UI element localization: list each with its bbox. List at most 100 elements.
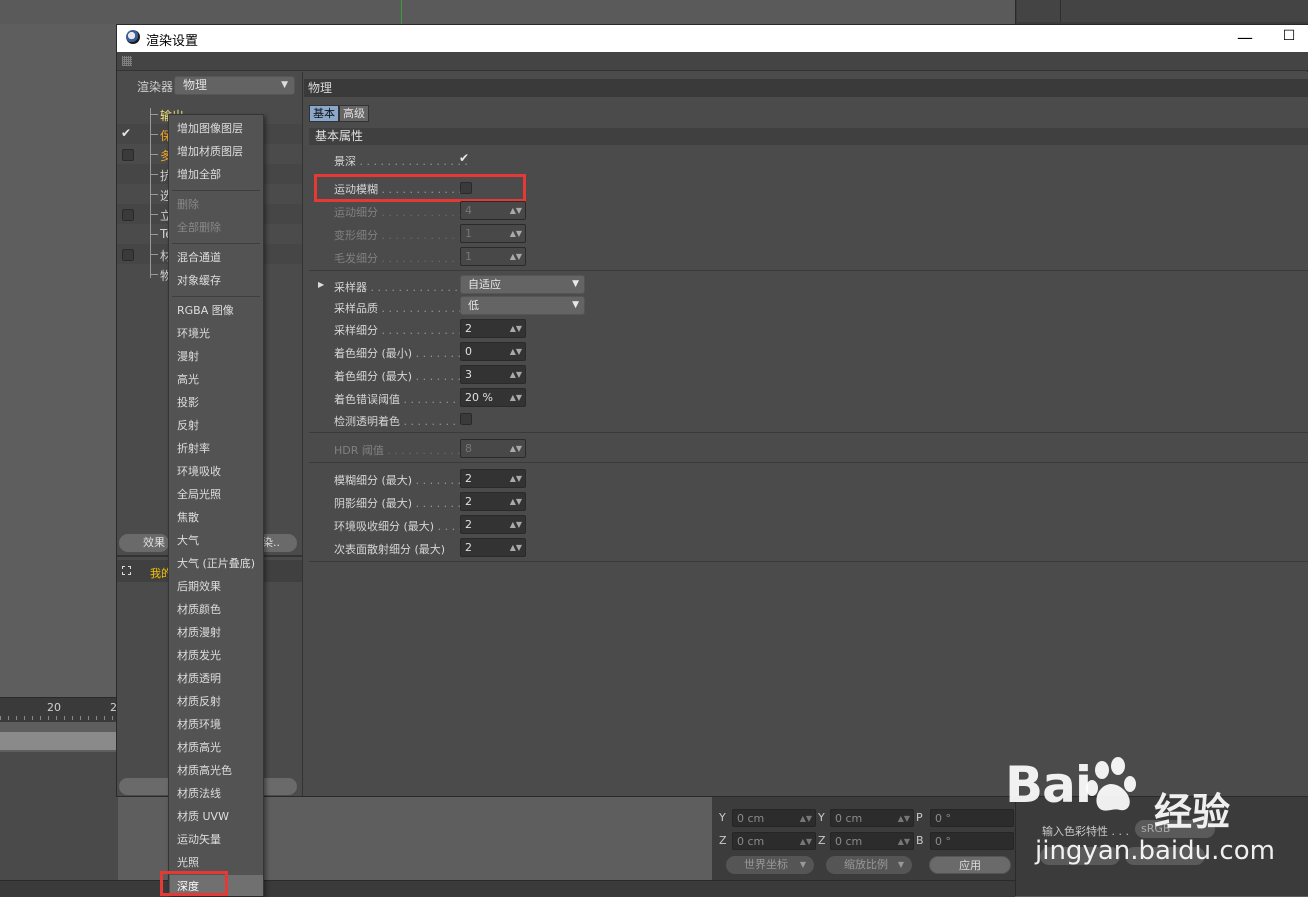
menu-item: 删除 bbox=[177, 198, 199, 211]
menu-item[interactable]: 材质颜色 bbox=[177, 599, 221, 621]
menu-item[interactable]: 材质发光 bbox=[177, 645, 221, 667]
menu-item[interactable]: 材质透明 bbox=[177, 668, 221, 690]
menu-item[interactable]: 材质漫射 bbox=[177, 622, 221, 644]
menu-item[interactable]: 材质环境 bbox=[177, 714, 221, 736]
expand-icon[interactable] bbox=[122, 566, 131, 575]
divider bbox=[309, 432, 1308, 433]
menu-item[interactable]: 增加全部 bbox=[177, 164, 221, 186]
menu-item[interactable]: 材质 UVW bbox=[177, 806, 229, 828]
hair-subdiv-field[interactable]: 1 ▲▼ bbox=[460, 247, 526, 266]
apply-button[interactable]: 应用 bbox=[929, 856, 1011, 874]
blur-subdiv-field[interactable]: 2 ▲▼ bbox=[460, 469, 526, 488]
chevron-down-icon: ▼ bbox=[572, 279, 579, 289]
sample-subdiv-label: 采样细分 . . . . . . . . . . . . . . bbox=[334, 324, 476, 337]
coord-b-label: B bbox=[916, 834, 924, 847]
menu-item[interactable]: 材质反射 bbox=[177, 691, 221, 713]
divider bbox=[309, 561, 1308, 562]
cinema4d-logo-icon bbox=[126, 30, 140, 44]
tree-connector bbox=[150, 174, 158, 175]
dialog-titlebar[interactable] bbox=[117, 25, 1308, 52]
dof-checkbox[interactable]: ✔ bbox=[459, 151, 469, 165]
coord-y2-label: Y bbox=[818, 811, 825, 824]
sss-subdiv-label: 次表面散射细分 (最大) bbox=[334, 543, 446, 556]
tree-connector bbox=[150, 194, 158, 195]
minimize-icon[interactable]: — bbox=[1237, 28, 1253, 47]
menu-item[interactable]: RGBA 图像 bbox=[177, 300, 234, 322]
menu-item[interactable]: 环境光 bbox=[177, 323, 210, 345]
ao-subdiv-field[interactable]: 2 ▲▼ bbox=[460, 515, 526, 534]
detect-transparency-checkbox[interactable] bbox=[460, 413, 472, 425]
coord-y-field[interactable]: 0 cm ▲▼ bbox=[732, 809, 816, 827]
tree-checkbox[interactable] bbox=[122, 209, 134, 221]
menu-item[interactable]: 高光 bbox=[177, 369, 199, 391]
menu-item[interactable]: 全局光照 bbox=[177, 484, 221, 506]
sample-subdiv-field[interactable]: 2 ▲▼ bbox=[460, 319, 526, 338]
menu-item[interactable]: 后期效果 bbox=[177, 576, 221, 598]
menu-item[interactable]: 增加材质图层 bbox=[177, 141, 243, 163]
dialog-toolbar bbox=[117, 52, 1308, 71]
maximize-icon[interactable]: ☐ bbox=[1281, 28, 1297, 46]
sampler-label: 采样器 . . . . . . . . . . . . . . . . bbox=[334, 281, 479, 294]
menu-item[interactable]: 材质高光色 bbox=[177, 760, 232, 782]
divider bbox=[309, 270, 1308, 271]
coord-z-field[interactable]: 0 cm ▲▼ bbox=[732, 832, 816, 850]
menu-item[interactable]: 材质高光 bbox=[177, 737, 221, 759]
detect-transparency-label: 检测透明着色 . . . . . . . . . bbox=[334, 415, 463, 428]
sampler-dropdown[interactable]: 自适应 ▼ bbox=[460, 275, 585, 294]
viewport-background bbox=[0, 0, 1015, 24]
sample-quality-dropdown[interactable]: 低 ▼ bbox=[460, 296, 585, 315]
baidu-paw-icon bbox=[1086, 757, 1136, 811]
tab-advanced[interactable]: 高级 bbox=[339, 105, 369, 122]
menu-item[interactable]: 折射率 bbox=[177, 438, 210, 460]
coord-p-field[interactable]: 0 ° bbox=[930, 809, 1014, 827]
shading-min-field[interactable]: 0 ▲▼ bbox=[460, 342, 526, 361]
shading-error-field[interactable]: 20 % ▲▼ bbox=[460, 388, 526, 407]
menu-item[interactable]: 投影 bbox=[177, 392, 199, 414]
divider bbox=[309, 462, 1308, 463]
tree-checkbox[interactable] bbox=[122, 149, 134, 161]
menu-item[interactable]: 焦散 bbox=[177, 507, 199, 529]
coord-z2-field[interactable]: 0 cm ▲▼ bbox=[830, 832, 914, 850]
sss-subdiv-field[interactable]: 2 ▲▼ bbox=[460, 538, 526, 557]
menu-item[interactable]: 大气 bbox=[177, 530, 199, 552]
menu-item[interactable]: 材质法线 bbox=[177, 783, 221, 805]
hdr-threshold-field[interactable]: 8 ▲▼ bbox=[460, 439, 526, 458]
deform-subdiv-field[interactable]: 1 ▲▼ bbox=[460, 224, 526, 243]
section-title: 基本属性 bbox=[309, 128, 1308, 145]
menu-item[interactable]: 环境吸收 bbox=[177, 461, 221, 483]
dialog-title: 渲染设置 bbox=[146, 34, 199, 49]
watermark-url: jingyan.baidu.com bbox=[1035, 836, 1275, 866]
coord-b-field[interactable]: 0 ° bbox=[930, 832, 1014, 850]
menu-item[interactable]: 增加图像图层 bbox=[177, 118, 243, 140]
timeline-ticks bbox=[0, 716, 118, 720]
multi-pass-render-button[interactable]: 染.. bbox=[262, 534, 297, 552]
tree-checkbox[interactable] bbox=[122, 249, 134, 261]
shading-min-label: 着色细分 (最小) . . . . . . . bbox=[334, 347, 462, 360]
timeline-scrollbar[interactable] bbox=[0, 732, 118, 750]
highlight-box bbox=[160, 871, 228, 896]
shading-max-field[interactable]: 3 ▲▼ bbox=[460, 365, 526, 384]
shadow-subdiv-field[interactable]: 2 ▲▼ bbox=[460, 492, 526, 511]
renderer-dropdown[interactable]: 物理 ▼ bbox=[174, 76, 295, 95]
tree-connector bbox=[150, 274, 158, 275]
scale-dropdown[interactable]: 缩放比例 ▼ bbox=[826, 856, 912, 874]
expand-triangle-icon[interactable]: ▶ bbox=[318, 280, 324, 289]
menu-separator bbox=[172, 296, 260, 297]
menu-item[interactable]: 大气 (正片叠底) bbox=[177, 553, 255, 575]
effect-button[interactable]: 效果 bbox=[119, 534, 169, 552]
menu-item[interactable]: 对象缓存 bbox=[177, 270, 221, 292]
menu-item[interactable]: 漫射 bbox=[177, 346, 199, 368]
checkmark-icon[interactable]: ✔ bbox=[121, 126, 131, 140]
menu-item[interactable]: 混合通道 bbox=[177, 247, 221, 269]
menu-item[interactable]: 运动矢量 bbox=[177, 829, 221, 851]
tree-connector bbox=[150, 234, 158, 235]
highlight-box bbox=[314, 174, 526, 202]
coord-z2-label: Z bbox=[818, 834, 826, 847]
menu-separator bbox=[172, 190, 260, 191]
world-coords-dropdown[interactable]: 世界坐标 ▼ bbox=[726, 856, 814, 874]
motion-subdiv-field[interactable]: 4 ▲▼ bbox=[460, 201, 526, 220]
grip-icon[interactable] bbox=[122, 56, 132, 66]
menu-item[interactable]: 反射 bbox=[177, 415, 199, 437]
tab-basic[interactable]: 基本 bbox=[309, 105, 339, 122]
coord-y2-field[interactable]: 0 cm ▲▼ bbox=[830, 809, 914, 827]
